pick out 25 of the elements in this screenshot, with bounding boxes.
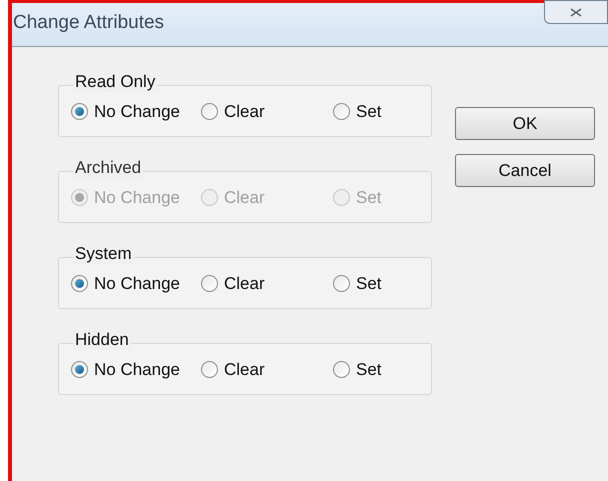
radio-option[interactable]: No Change: [71, 271, 201, 296]
radio-button[interactable]: [333, 275, 350, 292]
cancel-button[interactable]: Cancel: [455, 154, 595, 187]
radio-option[interactable]: No Change: [71, 357, 201, 382]
radio-button[interactable]: [201, 361, 218, 378]
group-label: Read Only: [73, 72, 158, 92]
radio-button[interactable]: [71, 103, 88, 120]
radio-button[interactable]: [201, 275, 218, 292]
ok-button[interactable]: OK: [455, 107, 595, 140]
radio-option[interactable]: Set: [333, 357, 413, 382]
radio-option[interactable]: Set: [333, 271, 413, 296]
radio-button[interactable]: [71, 275, 88, 292]
radio-button[interactable]: [201, 103, 218, 120]
radio-option[interactable]: Clear: [201, 99, 333, 124]
group-label: System: [73, 244, 134, 264]
radio-button[interactable]: [333, 103, 350, 120]
window-title: Change Attributes: [13, 11, 164, 35]
radio-button[interactable]: [71, 361, 88, 378]
close-icon: [570, 8, 582, 16]
radio-option[interactable]: Set: [333, 99, 413, 124]
radio-option[interactable]: Clear: [201, 271, 333, 296]
radio-option[interactable]: Clear: [201, 357, 333, 382]
radio-option[interactable]: No Change: [71, 99, 201, 124]
close-button[interactable]: [544, 0, 608, 24]
radio-button[interactable]: [333, 361, 350, 378]
